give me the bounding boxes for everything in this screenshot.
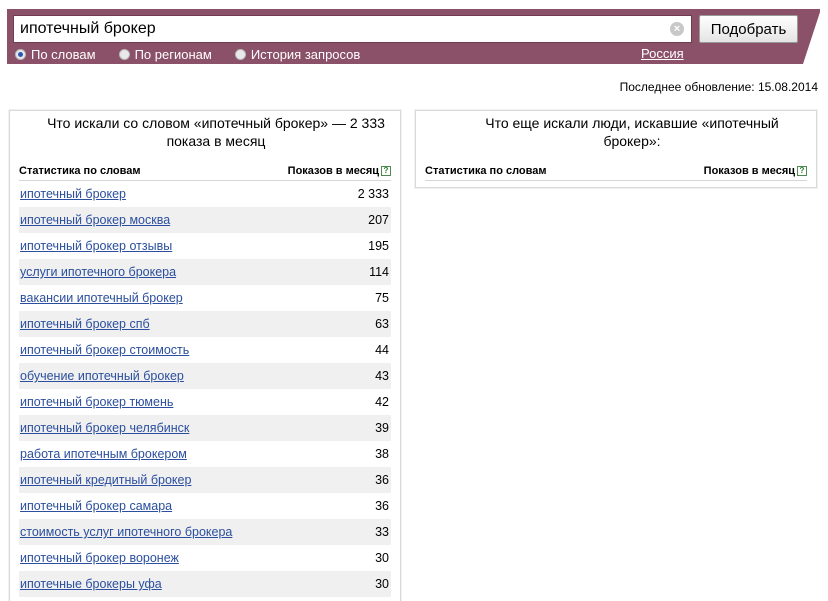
words-panel: Что искали со словом «ипотечный брокер» … <box>9 110 401 601</box>
table-row: ипотечный брокер тюмень 42 <box>19 389 391 415</box>
table-row: ипотечный брокер 2 333 <box>19 181 391 207</box>
keyword-link[interactable]: стоимость услуг ипотечного брокера <box>20 525 232 539</box>
region-link[interactable]: Россия <box>641 46 684 61</box>
clear-icon[interactable]: × <box>670 22 684 36</box>
impressions-count: 63 <box>375 317 389 331</box>
also-searched-panel: Что еще искали люди, искавшие «ипотечный… <box>415 110 817 188</box>
keyword-link[interactable]: ипотечный брокер спб <box>20 317 150 331</box>
table-row: ипотечный брокер спб 63 <box>19 311 391 337</box>
column-words: Статистика по словам <box>19 164 141 177</box>
table-row: ипотечный брокер стоимость 44 <box>19 337 391 363</box>
impressions-count: 36 <box>375 473 389 487</box>
impressions-count: 75 <box>375 291 389 305</box>
table-row: ипотечный брокер москва 207 <box>19 207 391 233</box>
mode-label: По регионам <box>134 46 212 62</box>
impressions-count: 44 <box>375 343 389 357</box>
keyword-link[interactable]: вакансии ипотечный брокер <box>20 291 183 305</box>
last-update-text: Последнее обновление: 15.08.2014 <box>619 80 818 94</box>
impressions-count: 42 <box>375 395 389 409</box>
search-box[interactable]: × <box>13 15 692 43</box>
impressions-count: 39 <box>375 421 389 435</box>
table-row: ипотечный брокер самара 36 <box>19 493 391 519</box>
words-list: ипотечный брокер 2 333 ипотечный брокер мо… <box>19 181 391 597</box>
table-row: обучение ипотечный брокер 43 <box>19 363 391 389</box>
impressions-count: 30 <box>375 577 389 591</box>
mode-history[interactable]: История запросов <box>234 46 361 62</box>
keyword-link[interactable]: ипотечный брокер тюмень <box>20 395 173 409</box>
help-icon[interactable]: ? <box>381 165 391 176</box>
impressions-count: 38 <box>375 447 389 461</box>
keyword-link[interactable]: ипотечный брокер отзывы <box>20 239 172 253</box>
impressions-count: 2 333 <box>357 187 389 201</box>
panel-title: Что искали со словом «ипотечный брокер» … <box>47 115 385 149</box>
keyword-link[interactable]: обучение ипотечный брокер <box>20 369 184 383</box>
table-row: стоимость услуг ипотечного брокера 33 <box>19 519 391 545</box>
table-row: ипотечный кредитный брокер 36 <box>19 467 391 493</box>
impressions-count: 43 <box>375 369 389 383</box>
column-header: Статистика по словам Показов в месяц? <box>19 161 391 181</box>
table-row: ипотечный брокер воронеж 30 <box>19 545 391 571</box>
keyword-link[interactable]: работа ипотечным брокером <box>20 447 187 461</box>
impressions-count: 30 <box>375 551 389 565</box>
mode-selector: По словам По регионам История запросов <box>15 46 383 62</box>
mode-by-words[interactable]: По словам <box>15 47 96 62</box>
radio-icon[interactable] <box>118 48 130 60</box>
column-words: Статистика по словам <box>425 164 547 177</box>
keyword-link[interactable]: ипотечный брокер <box>20 187 126 201</box>
table-row: работа ипотечным брокером 38 <box>19 441 391 467</box>
keyword-link[interactable]: ипотечный брокер москва <box>20 213 170 227</box>
column-count: Показов в месяц? <box>288 165 391 177</box>
keyword-link[interactable]: ипотечный брокер воронеж <box>20 551 179 565</box>
submit-button[interactable]: Подобрать <box>699 15 798 43</box>
keyword-link[interactable]: услуги ипотечного брокера <box>20 265 176 279</box>
header-bar: × Подобрать По словам По регионам Истори… <box>7 9 821 64</box>
table-row: вакансии ипотечный брокер 75 <box>19 285 391 311</box>
search-input[interactable] <box>14 16 691 42</box>
mode-label: История запросов <box>250 46 361 62</box>
impressions-count: 207 <box>368 213 389 227</box>
mode-label: По словам <box>31 46 96 62</box>
column-count: Показов в месяц? <box>704 165 807 177</box>
impressions-count: 36 <box>375 499 389 513</box>
table-row: ипотечные брокеры уфа 30 <box>19 571 391 597</box>
impressions-count: 195 <box>368 239 389 253</box>
keyword-link[interactable]: ипотечные брокеры уфа <box>20 577 162 591</box>
radio-icon[interactable] <box>15 48 26 60</box>
keyword-link[interactable]: ипотечный брокер челябинск <box>20 421 189 435</box>
table-row: ипотечный брокер челябинск 39 <box>19 415 391 441</box>
column-header: Статистика по словам Показов в месяц? <box>425 161 807 181</box>
impressions-count: 33 <box>375 525 389 539</box>
table-row: ипотечный брокер отзывы 195 <box>19 233 391 259</box>
mode-by-regions[interactable]: По регионам <box>118 46 212 62</box>
keyword-link[interactable]: ипотечный брокер самара <box>20 499 172 513</box>
keyword-link[interactable]: ипотечный кредитный брокер <box>20 473 191 487</box>
table-row: услуги ипотечного брокера 114 <box>19 259 391 285</box>
help-icon[interactable]: ? <box>797 165 807 176</box>
radio-icon[interactable] <box>234 48 246 60</box>
impressions-count: 114 <box>369 265 389 279</box>
panel-title: Что еще искали люди, искавшие «ипотечный… <box>485 115 779 149</box>
keyword-link[interactable]: ипотечный брокер стоимость <box>20 343 189 357</box>
